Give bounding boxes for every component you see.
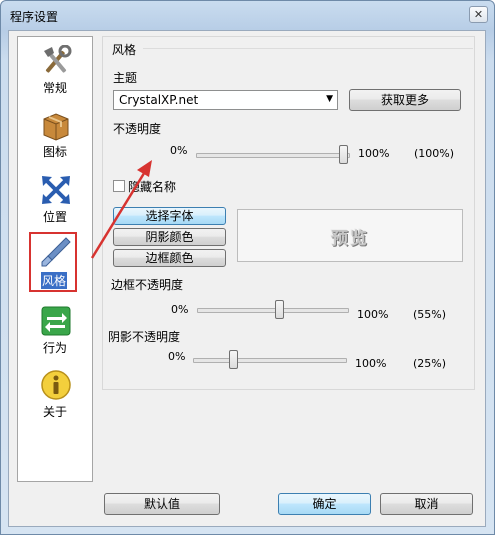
switch-arrows-icon	[41, 306, 71, 336]
close-button[interactable]: ✕	[469, 6, 488, 23]
border-opacity-value: (55%)	[413, 308, 447, 321]
title-bar: 程序设置 ✕	[1, 1, 494, 29]
theme-select[interactable]: CrystalXP.net ▼	[113, 90, 338, 110]
sidebar-item-general[interactable]: 常规	[18, 43, 92, 103]
package-icon	[43, 113, 69, 141]
preview-text: 预览	[331, 229, 369, 249]
brush-icon	[41, 237, 71, 267]
ok-label: 确定	[312, 497, 337, 511]
close-icon: ✕	[473, 8, 484, 21]
border-opacity-min-label: 0%	[171, 303, 189, 316]
info-icon	[41, 370, 71, 400]
window-title: 程序设置	[10, 10, 59, 24]
theme-label: 主题	[113, 71, 138, 85]
category-sidebar: 常规 图标 位置 风格 行为 关于	[17, 36, 93, 482]
opacity-label: 不透明度	[113, 122, 162, 136]
default-button[interactable]: 默认值	[104, 493, 220, 515]
sidebar-item-icons[interactable]: 图标	[18, 107, 92, 167]
ok-button[interactable]: 确定	[278, 493, 371, 515]
cancel-button[interactable]: 取消	[380, 493, 473, 515]
section-divider	[143, 48, 473, 49]
sidebar-item-position[interactable]: 位置	[18, 172, 92, 232]
tools-icon	[44, 45, 72, 73]
sidebar-item-label: 常规	[42, 81, 67, 95]
opacity-value: (100%)	[414, 147, 455, 160]
sidebar-item-label: 位置	[42, 210, 67, 224]
default-label: 默认值	[143, 497, 180, 511]
border-opacity-slider-track[interactable]	[197, 308, 349, 313]
sidebar-item-style[interactable]: 风格	[18, 232, 92, 292]
sidebar-item-label: 图标	[42, 145, 67, 159]
shadow-color-label: 阴影颜色	[145, 230, 194, 244]
shadow-opacity-max-label: 100%	[355, 357, 387, 370]
opacity-slider-thumb[interactable]	[339, 145, 348, 164]
shadow-opacity-slider-thumb[interactable]	[229, 350, 238, 369]
shadow-opacity-min-label: 0%	[168, 350, 186, 363]
cancel-label: 取消	[414, 497, 439, 511]
border-opacity-slider-thumb[interactable]	[275, 300, 284, 319]
theme-select-value: CrystalXP.net	[119, 93, 199, 107]
shadow-opacity-label: 阴影不透明度	[108, 330, 181, 344]
border-color-button[interactable]: 边框颜色	[113, 249, 226, 267]
sidebar-item-label: 行为	[42, 341, 67, 355]
section-title: 风格	[112, 43, 137, 57]
border-opacity-max-label: 100%	[357, 308, 389, 321]
opacity-max-label: 100%	[358, 147, 390, 160]
select-font-button[interactable]: 选择字体	[113, 207, 226, 225]
move-arrows-icon	[42, 176, 70, 204]
border-opacity-label: 边框不透明度	[111, 278, 184, 292]
shadow-opacity-slider-track[interactable]	[193, 358, 347, 363]
hide-names-checkbox[interactable]	[113, 180, 125, 192]
shadow-color-button[interactable]: 阴影颜色	[113, 228, 226, 246]
get-more-button[interactable]: 获取更多	[349, 89, 461, 111]
sidebar-item-label: 风格	[41, 272, 68, 289]
shadow-opacity-value: (25%)	[413, 357, 447, 370]
sidebar-item-behavior[interactable]: 行为	[18, 303, 92, 363]
sidebar-item-about[interactable]: 关于	[18, 367, 92, 427]
opacity-min-label: 0%	[170, 144, 188, 157]
opacity-slider-track[interactable]	[196, 153, 350, 158]
select-font-label: 选择字体	[145, 209, 194, 223]
border-color-label: 边框颜色	[145, 251, 194, 265]
chevron-down-icon: ▼	[326, 94, 333, 104]
get-more-label: 获取更多	[380, 93, 429, 107]
preview-box: 预览	[237, 209, 463, 262]
hide-names-label[interactable]: 隐藏名称	[128, 178, 176, 195]
sidebar-item-label: 关于	[42, 405, 67, 419]
